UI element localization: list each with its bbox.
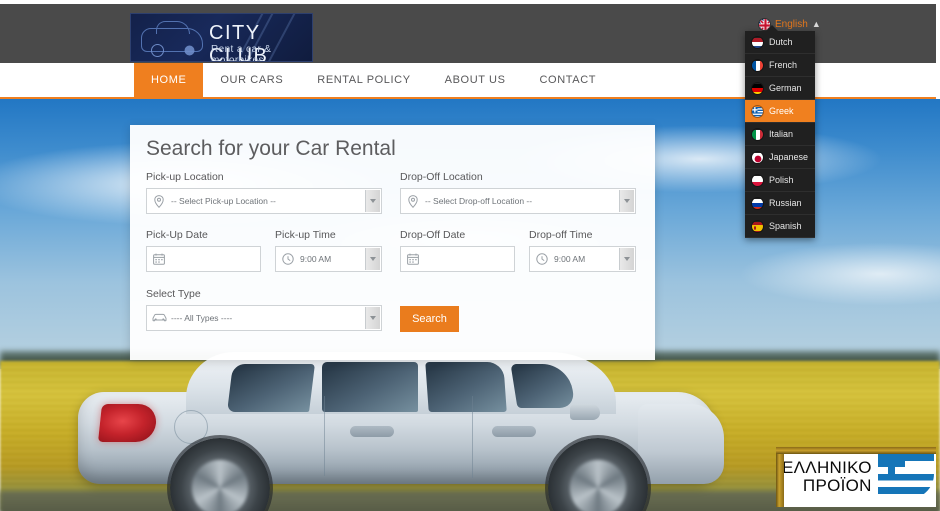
field-pickup-time: Pick-up Time 9:00 AM (275, 229, 382, 272)
search-button[interactable]: Search (400, 306, 459, 332)
greek-product-badge: ΕΛΛΗΝΙΚΟ ΠΡΟΪΟΝ (776, 447, 936, 507)
dropoff-date-label: Drop-Off Date (400, 229, 466, 241)
language-option-greek[interactable]: Greek (745, 100, 815, 123)
map-pin-icon (147, 194, 171, 208)
language-option-label: Dutch (769, 37, 793, 47)
it-flag-icon (751, 127, 764, 141)
dropoff-date-input[interactable] (400, 246, 515, 272)
language-option-label: Polish (769, 175, 794, 185)
dropoff-time-label: Drop-off Time (529, 229, 593, 241)
language-dropdown-menu[interactable]: Dutch French German Greek Italian Japanese Pol… (745, 31, 815, 238)
language-option-japanese[interactable]: Japanese (745, 146, 815, 169)
de-flag-icon (751, 81, 764, 95)
language-option-russian[interactable]: Russian (745, 192, 815, 215)
pickup-date-label: Pick-Up Date (146, 229, 208, 241)
language-option-label: Spanish (769, 221, 802, 231)
pickup-location-select[interactable]: -- Select Pick-up Location -- (146, 188, 382, 214)
pickup-date-input[interactable] (146, 246, 261, 272)
pl-flag-icon (751, 173, 764, 187)
chevron-up-icon: ▲ (811, 18, 821, 29)
language-menu-caret (766, 25, 778, 31)
badge-gold-edge-top (776, 447, 936, 454)
field-dropoff-location: Drop-Off Location -- Select Drop-off Loc… (400, 171, 636, 214)
language-option-label: Russian (769, 198, 802, 208)
car-icon (147, 313, 171, 323)
map-pin-icon (401, 194, 425, 208)
nav-item-contact[interactable]: CONTACT (523, 63, 614, 97)
language-option-label: Italian (769, 129, 794, 139)
fr-flag-icon (751, 58, 764, 72)
select-type-label: Select Type (146, 288, 201, 300)
panel-title: Search for your Car Rental (146, 137, 396, 160)
pickup-time-select[interactable]: 9:00 AM (275, 246, 382, 272)
language-option-label: Japanese (769, 152, 809, 162)
dropoff-time-select[interactable]: 9:00 AM (529, 246, 636, 272)
dropoff-time-value: 9:00 AM (554, 254, 586, 264)
pickup-location-value: -- Select Pick-up Location -- (171, 196, 276, 206)
calendar-icon (147, 253, 171, 265)
field-dropoff-time: Drop-off Time 9:00 AM (529, 229, 636, 272)
badge-line-2: ΠΡΟΪΟΝ (802, 476, 872, 495)
chevron-down-icon[interactable] (619, 248, 634, 270)
field-dropoff-date: Drop-Off Date (400, 229, 515, 272)
greek-flag-icon (877, 454, 934, 500)
dropoff-location-select[interactable]: -- Select Drop-off Location -- (400, 188, 636, 214)
jp-flag-icon (751, 150, 764, 164)
pickup-location-label: Pick-up Location (146, 171, 224, 183)
language-option-french[interactable]: French (745, 54, 815, 77)
nav-item-our-cars[interactable]: OUR CARS (203, 63, 300, 97)
badge-gold-edge-left (776, 447, 784, 507)
language-option-dutch[interactable]: Dutch (745, 31, 815, 54)
nl-flag-icon (751, 35, 764, 49)
badge-line-1: ΕΛΛΗΝΙΚΟ (782, 458, 872, 478)
clock-icon (276, 253, 300, 265)
nav-item-home[interactable]: HOME (134, 63, 204, 97)
logo-tagline: Rent a car & motorbikes (211, 44, 272, 62)
field-select-type: Select Type ---- All Types ---- (146, 288, 382, 331)
language-current-label: English (775, 18, 808, 30)
select-type-select[interactable]: ---- All Types ---- (146, 305, 382, 331)
language-option-german[interactable]: German (745, 77, 815, 100)
dropoff-location-label: Drop-Off Location (400, 171, 483, 183)
calendar-icon (401, 253, 425, 265)
nav-item-about-us[interactable]: ABOUT US (428, 63, 523, 97)
pickup-time-label: Pick-up Time (275, 229, 336, 241)
browser-viewport: CITY CLUB Rent a car & motorbikes Englis… (0, 0, 940, 511)
language-option-label: German (769, 83, 802, 93)
car-illustration (78, 352, 724, 511)
field-pickup-location: Pick-up Location -- Select Pick-up Locat… (146, 171, 382, 214)
language-option-polish[interactable]: Polish (745, 169, 815, 192)
es-flag-icon (751, 219, 764, 233)
chevron-down-icon[interactable] (619, 190, 634, 212)
gr-flag-icon (751, 104, 764, 118)
site-logo[interactable]: CITY CLUB Rent a car & motorbikes (130, 13, 313, 62)
language-option-spanish[interactable]: Spanish (745, 215, 815, 238)
chevron-down-icon[interactable] (365, 248, 380, 270)
language-option-italian[interactable]: Italian (745, 123, 815, 146)
clock-icon (530, 253, 554, 265)
ru-flag-icon (751, 196, 764, 210)
car-outline-icon (141, 21, 203, 57)
field-pickup-date: Pick-Up Date (146, 229, 261, 272)
select-type-value: ---- All Types ---- (171, 313, 233, 323)
chevron-down-icon[interactable] (365, 190, 380, 212)
pickup-time-value: 9:00 AM (300, 254, 332, 264)
chevron-down-icon[interactable] (365, 307, 380, 329)
nav-item-rental-policy[interactable]: RENTAL POLICY (300, 63, 427, 97)
car-taillight-icon (98, 404, 158, 442)
dropoff-location-value: -- Select Drop-off Location -- (425, 196, 533, 206)
car-rental-search-panel: Search for your Car Rental Pick-up Locat… (130, 125, 655, 360)
language-option-label: Greek (769, 106, 794, 116)
language-option-label: French (769, 60, 798, 70)
